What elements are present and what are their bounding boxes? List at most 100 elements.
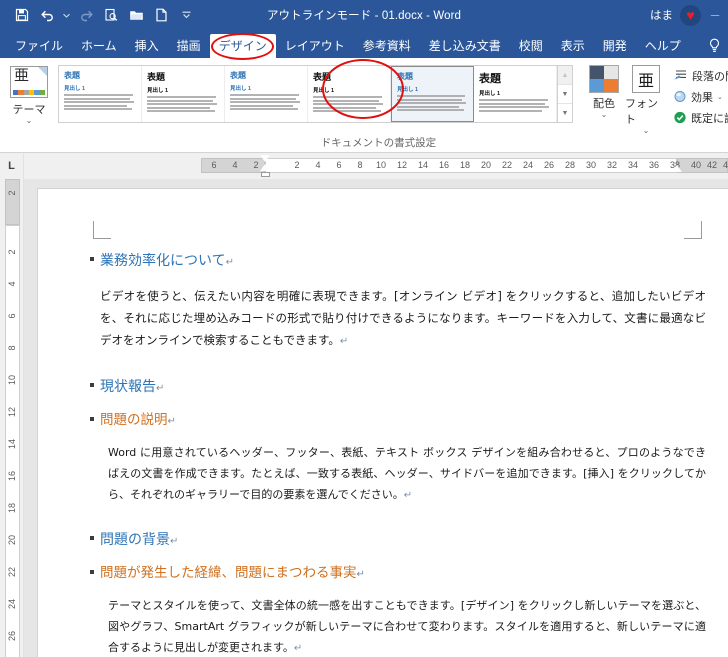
themes-label: テーマ <box>12 104 46 116</box>
vruler-tick: 24 <box>7 598 17 610</box>
style-set-item-selected[interactable]: 表題 見出し 1 <box>391 66 474 122</box>
style-item-preview-lines <box>397 95 468 111</box>
document-canvas[interactable]: 業務効率化について↵ ビデオを使うと、伝えたい内容を明確に表現できます。[オンラ… <box>24 179 728 657</box>
colors-caret-icon[interactable]: ⌄ <box>601 111 608 119</box>
style-item-title: 表題 <box>479 73 501 85</box>
hanging-indent-marker[interactable] <box>260 164 270 171</box>
paragraph-text: ビデオを使うと、伝えたい内容を明確に表現できます。[オンライン ビデオ] をクリ… <box>100 289 706 347</box>
tab-developer[interactable]: 開発 <box>594 34 636 58</box>
themes-button[interactable]: 亜 テーマ ⌄ <box>0 62 58 125</box>
heading-text: 問題の背景 <box>100 532 170 548</box>
style-item-heading: 見出し 1 <box>313 88 335 94</box>
tab-insert[interactable]: 挿入 <box>126 34 168 58</box>
colors-button[interactable]: 配色 ⌄ <box>583 62 625 119</box>
ruler-tick: 32 <box>606 160 618 170</box>
fonts-icon: 亜 <box>632 65 660 93</box>
ruler-tick: 4 <box>315 160 321 170</box>
heading-block[interactable]: 現状報告↵ <box>90 377 706 399</box>
ruler-tick: 22 <box>501 160 513 170</box>
style-set-item[interactable]: 表題 見出し 1 <box>474 66 557 122</box>
ruler-tick: 28 <box>564 160 576 170</box>
ruler-tick: 30 <box>585 160 597 170</box>
style-item-preview-lines <box>147 96 219 112</box>
ribbon-tab-bar: ファイル ホーム 挿入 描画 デザイン レイアウト 参考資料 差し込み文書 校閲… <box>0 30 728 58</box>
paragraph-spacing-button[interactable]: 段落の間隔 ⌄ <box>673 67 728 84</box>
style-item-preview-lines <box>64 94 136 110</box>
fonts-label: フォント <box>625 98 658 126</box>
right-indent-marker[interactable] <box>672 165 682 172</box>
heading-block[interactable]: 問題の背景↵ <box>90 530 706 552</box>
vertical-ruler[interactable]: 2 2 4 6 8 10 12 14 16 18 20 22 24 26 <box>0 179 24 657</box>
tab-home[interactable]: ホーム <box>72 34 126 58</box>
subheading-block[interactable]: 問題が発生した経緯、問題にまつわる事実↵ <box>90 564 706 584</box>
print-preview-icon[interactable] <box>99 3 123 27</box>
ruler-tick: 2 <box>253 160 259 170</box>
style-set-item[interactable]: 表題 見出し 1 <box>142 66 225 122</box>
vruler-tick: 26 <box>7 630 17 642</box>
paragraph-block[interactable]: ビデオを使うと、伝えたい内容を明確に表現できます。[オンライン ビデオ] をクリ… <box>100 285 706 353</box>
heading-block[interactable]: 業務効率化について↵ <box>90 251 706 273</box>
tab-design[interactable]: デザイン <box>209 34 276 58</box>
paragraph-mark: ↵ <box>156 383 165 394</box>
group-label-document-formatting: ドキュメントの書式設定 <box>320 137 437 149</box>
minimize-button[interactable]: ⏤ <box>708 9 722 22</box>
gallery-more-button[interactable]: ▼ <box>558 104 572 122</box>
customize-qat-icon[interactable] <box>180 3 193 27</box>
style-set-item[interactable]: 表題 見出し 1 <box>225 66 308 122</box>
horizontal-ruler[interactable]: 6 4 2 2 4 6 8 10 12 14 16 18 20 22 24 26… <box>24 153 728 179</box>
avatar[interactable]: ♥ <box>680 4 701 26</box>
tab-mailings[interactable]: 差し込み文書 <box>420 34 510 58</box>
ruler-tick: 24 <box>522 160 534 170</box>
gallery-scroll-buttons: ▲ ▼ ▼ <box>558 65 573 123</box>
left-indent-marker[interactable] <box>261 172 270 177</box>
fonts-button[interactable]: 亜 フォント ⌄ <box>625 62 667 135</box>
effects-icon <box>674 91 686 102</box>
tab-review[interactable]: 校閲 <box>510 34 552 58</box>
style-item-title: 表題 <box>313 72 332 82</box>
vruler-tick: 4 <box>7 281 17 287</box>
ruler-tick: 16 <box>438 160 450 170</box>
tab-draw[interactable]: 描画 <box>168 34 210 58</box>
ruler-tick: 10 <box>375 160 387 170</box>
themes-caret-icon[interactable]: ⌄ <box>26 117 33 125</box>
style-set-item[interactable]: 表題 見出し 1 <box>59 66 142 122</box>
gallery-scroll-up-button[interactable]: ▲ <box>558 66 572 85</box>
effects-caret-icon[interactable]: ⌄ <box>717 93 723 101</box>
undo-icon[interactable] <box>35 3 59 27</box>
save-icon[interactable] <box>10 3 34 27</box>
paragraph-block[interactable]: テーマとスタイルを使って、文書全体の統一感を出すこともできます。[デザイン] を… <box>100 595 706 657</box>
new-document-icon[interactable] <box>149 3 173 27</box>
first-line-indent-marker[interactable] <box>260 155 270 162</box>
vruler-tick: 10 <box>7 374 17 386</box>
quick-access-toolbar <box>0 3 193 27</box>
fonts-caret-icon[interactable]: ⌄ <box>643 127 650 135</box>
subheading-text: 問題が発生した経緯、問題にまつわる事実 <box>100 565 357 581</box>
paragraph-block[interactable]: Word に用意されているヘッダー、フッター、表紙、テキスト ボックス デザイン… <box>100 442 706 506</box>
tab-stop-selector[interactable]: L <box>0 153 24 179</box>
title-bar: アウトラインモード - 01.docx - Word はま ♥ ⏤ <box>0 0 728 30</box>
effects-button[interactable]: 効果 ⌄ <box>673 88 728 105</box>
undo-dropdown-icon[interactable] <box>60 3 73 27</box>
vruler-tick: 20 <box>7 534 17 546</box>
vruler-tick: 8 <box>7 345 17 351</box>
document-content[interactable]: 業務効率化について↵ ビデオを使うと、伝えたい内容を明確に表現できます。[オンラ… <box>90 251 706 657</box>
gallery-scroll-down-button[interactable]: ▼ <box>558 85 572 104</box>
ruler-tick: 20 <box>480 160 492 170</box>
ruler-tick: 26 <box>543 160 555 170</box>
ruler-tick: 2 <box>294 160 300 170</box>
tab-help[interactable]: ヘルプ <box>636 34 690 58</box>
tab-file[interactable]: ファイル <box>6 34 72 58</box>
tab-layout[interactable]: レイアウト <box>276 34 354 58</box>
paragraph-mark: ↵ <box>403 490 413 501</box>
subheading-block[interactable]: 問題の説明↵ <box>90 411 706 431</box>
tab-references[interactable]: 参考資料 <box>354 34 420 58</box>
style-set-item[interactable]: 表題 見出し 1 <box>308 66 391 122</box>
tell-me-lightbulb-icon[interactable] <box>708 34 728 58</box>
style-item-title: 表題 <box>147 72 166 82</box>
set-as-default-button[interactable]: 既定に設定 <box>673 109 728 126</box>
ribbon: 亜 テーマ ⌄ 表題 見出し 1 表題 見出し 1 表題 見出し 1 表題 見出… <box>0 58 728 153</box>
ribbon-group-document-formatting: 亜 テーマ ⌄ 表題 見出し 1 表題 見出し 1 表題 見出し 1 表題 見出… <box>0 58 728 152</box>
document-page[interactable]: 業務効率化について↵ ビデオを使うと、伝えたい内容を明確に表現できます。[オンラ… <box>38 189 728 657</box>
open-folder-icon[interactable] <box>124 3 148 27</box>
tab-view[interactable]: 表示 <box>552 34 594 58</box>
